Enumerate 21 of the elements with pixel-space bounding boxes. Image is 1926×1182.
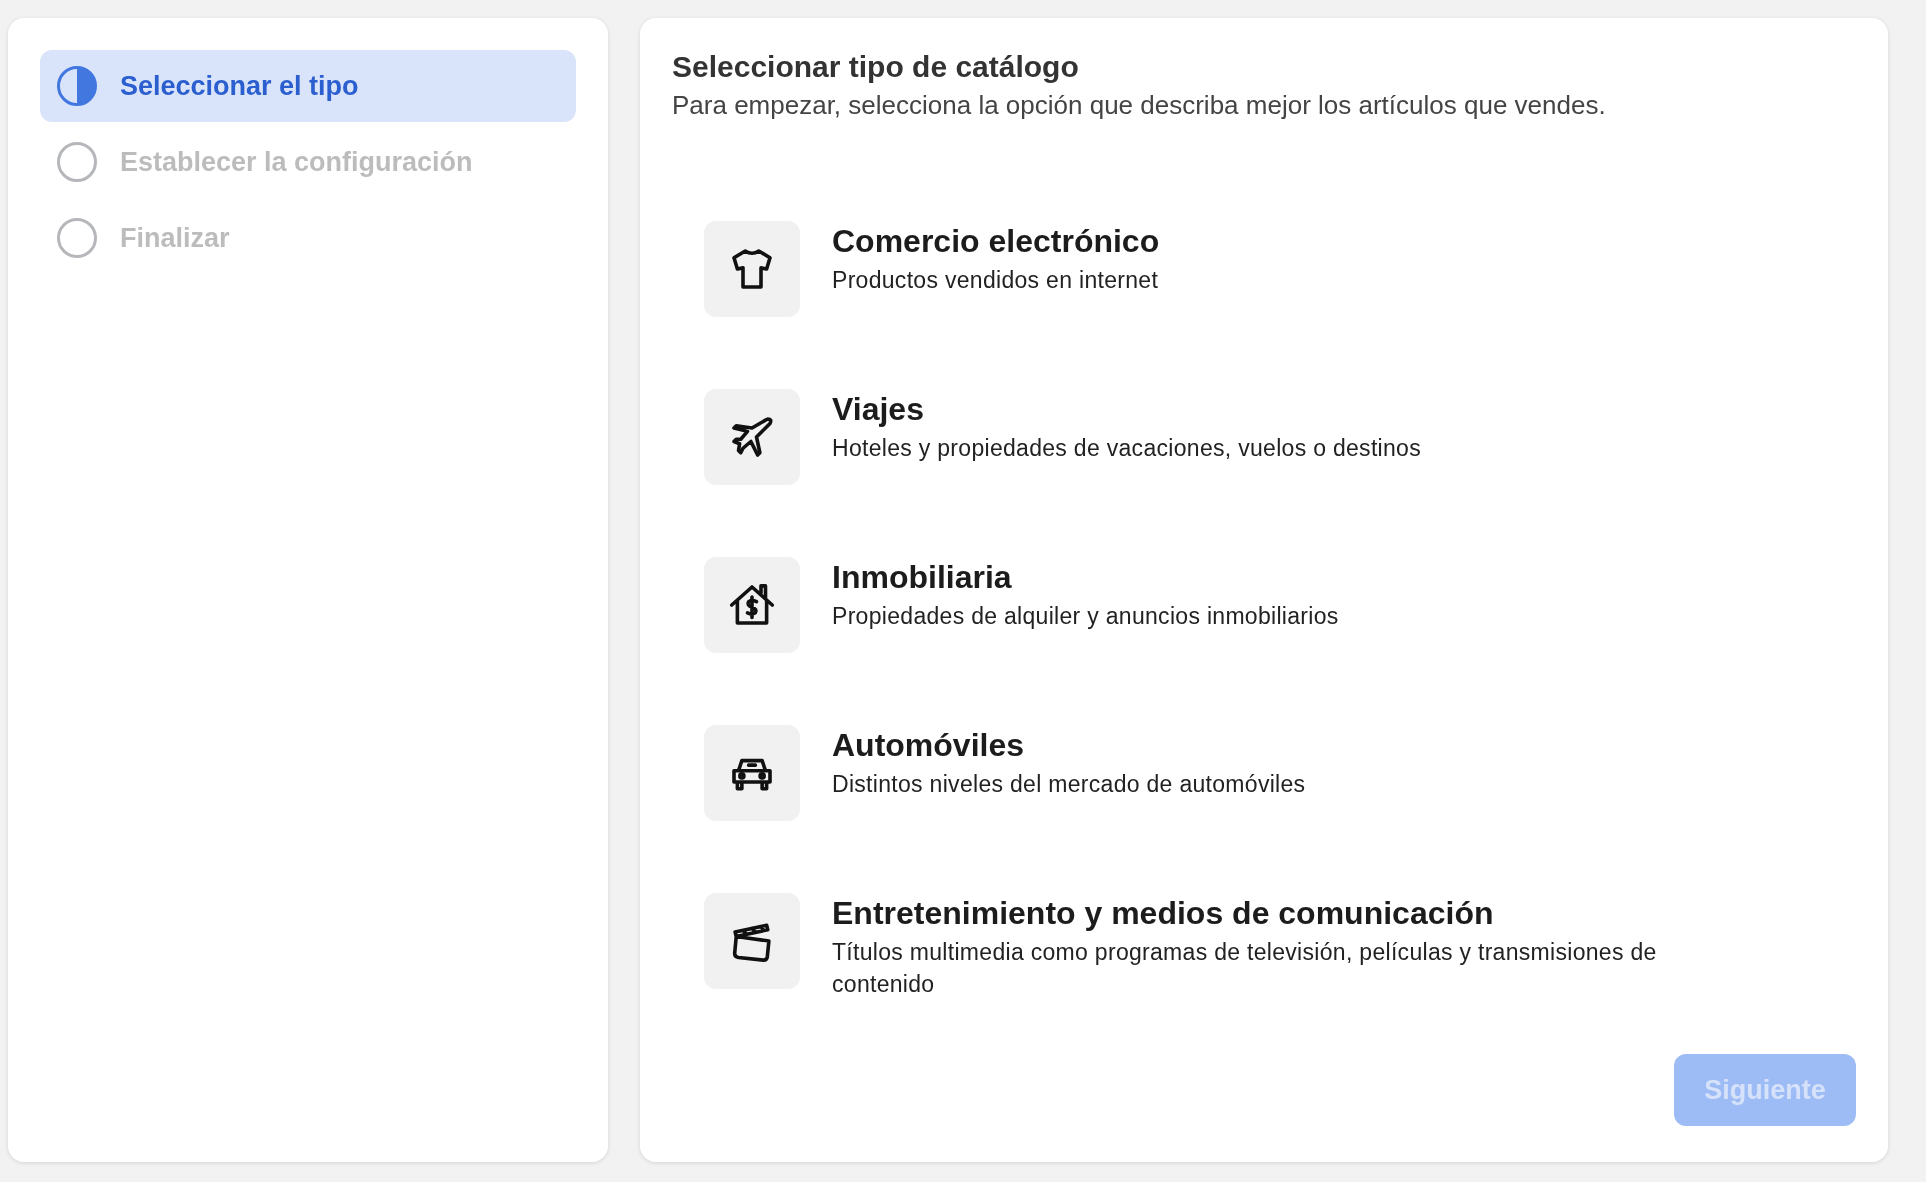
option-description: Productos vendidos en internet bbox=[832, 266, 1160, 295]
option-icon-tile[interactable] bbox=[704, 725, 800, 821]
option-description: Hoteles y propiedades de vacaciones, vuelos o destinos bbox=[832, 434, 1421, 463]
option-icon-tile[interactable] bbox=[704, 221, 800, 317]
option-title[interactable]: Automóviles bbox=[832, 727, 1306, 764]
empty-circle-icon bbox=[56, 141, 98, 183]
page-subtitle: Para empezar, selecciona la opción que describa mejor los artículos que vendes. bbox=[672, 90, 1607, 121]
page-title: Seleccionar tipo de catálogo bbox=[672, 50, 1080, 84]
step-item[interactable]: Seleccionar el tipo bbox=[40, 50, 576, 122]
option-description: Distintos niveles del mercado de automóviles bbox=[832, 770, 1306, 799]
option-title[interactable]: Viajes bbox=[832, 391, 1421, 428]
option-description: Títulos multimedia como programas de televisión, películas y transmisiones de contenido bbox=[832, 938, 1658, 1000]
option-icon-tile[interactable] bbox=[704, 557, 800, 653]
option-icon-tile[interactable] bbox=[704, 389, 800, 485]
option-icon-tile[interactable] bbox=[704, 893, 800, 989]
empty-circle-icon bbox=[56, 217, 98, 259]
option-title[interactable]: Inmobiliaria bbox=[832, 559, 1339, 596]
option-title[interactable]: Comercio electrónico bbox=[832, 223, 1160, 260]
option-description: Propiedades de alquiler y anuncios inmobiliarios bbox=[832, 602, 1339, 631]
option-title[interactable]: Entretenimiento y medios de comunicación bbox=[832, 895, 1712, 932]
half-filled-circle-icon bbox=[56, 65, 98, 107]
